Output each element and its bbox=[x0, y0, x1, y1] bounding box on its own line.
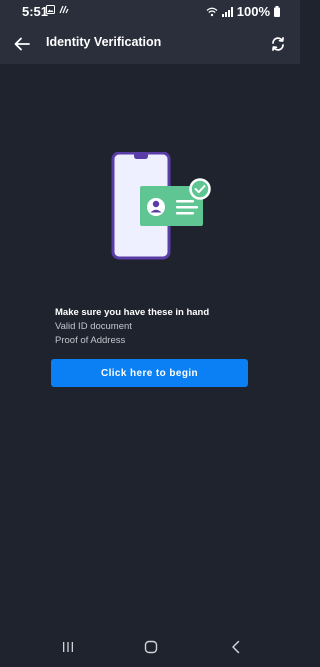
id-card-line-2 bbox=[176, 206, 198, 209]
requirements-list: Make sure you have these in hand Valid I… bbox=[55, 306, 209, 348]
cellular-signal-icon bbox=[221, 6, 233, 17]
phone-notch bbox=[134, 153, 148, 159]
back-icon[interactable] bbox=[228, 639, 244, 655]
id-card-line-3 bbox=[176, 212, 194, 215]
refresh-icon bbox=[272, 37, 284, 51]
battery-percent: 100% bbox=[236, 4, 270, 19]
requirement-item: Valid ID document bbox=[55, 321, 132, 332]
requirements-title: Make sure you have these in hand bbox=[55, 307, 210, 318]
phone-id-verified-icon bbox=[111, 151, 211, 260]
back-button[interactable] bbox=[10, 32, 34, 56]
image-icon bbox=[46, 5, 55, 14]
status-right: 100% bbox=[206, 4, 280, 19]
check-badge bbox=[189, 178, 211, 200]
illustration bbox=[110, 151, 214, 260]
page-title: Identity Verification bbox=[46, 35, 162, 49]
recents-icon[interactable] bbox=[60, 639, 76, 655]
battery-icon bbox=[274, 6, 280, 17]
wifi-icon bbox=[206, 7, 218, 16]
status-bar: 5:51 100% bbox=[0, 0, 300, 24]
system-nav-bar bbox=[0, 627, 300, 667]
status-left-icons bbox=[46, 5, 69, 14]
id-card-line-1 bbox=[176, 200, 194, 203]
refresh-button[interactable] bbox=[266, 32, 290, 56]
signal-activity-icon bbox=[59, 5, 69, 14]
arrow-left-icon bbox=[14, 37, 30, 51]
app-bar: Identity Verification bbox=[0, 24, 300, 64]
status-time: 5:51 bbox=[22, 4, 49, 19]
requirement-item: Proof of Address bbox=[55, 335, 126, 346]
home-icon[interactable] bbox=[143, 639, 159, 655]
begin-button[interactable]: Click here to begin bbox=[51, 359, 248, 387]
